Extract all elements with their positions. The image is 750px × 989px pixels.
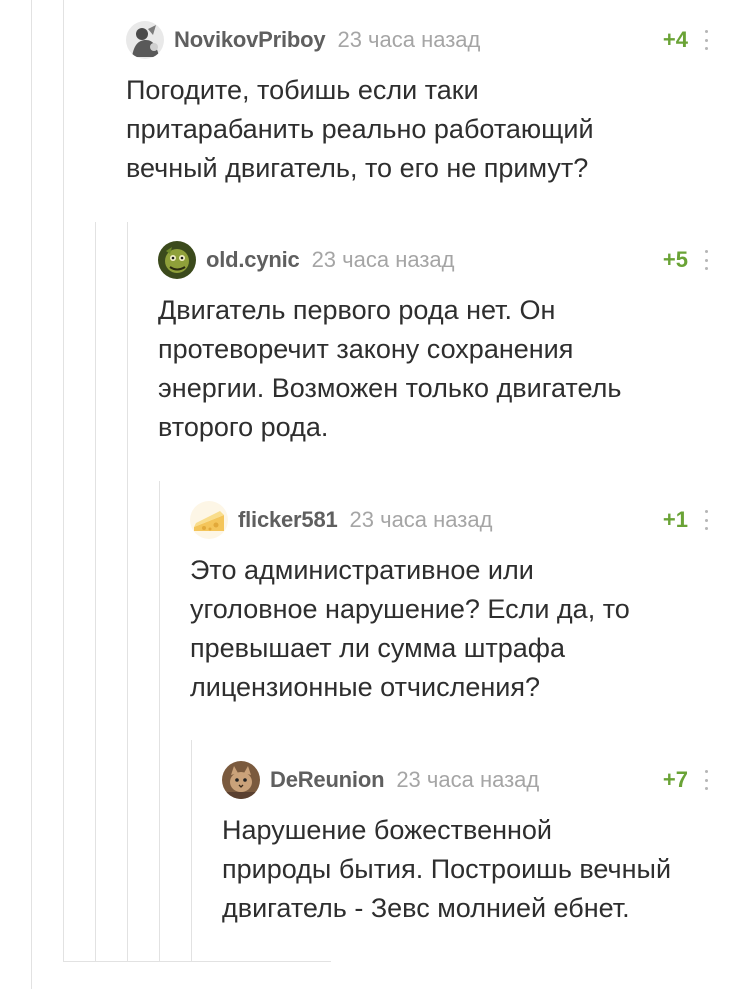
comment-rating: +7 <box>662 767 688 792</box>
more-options-icon[interactable] <box>702 770 710 790</box>
user-avatar-cat[interactable] <box>222 761 260 799</box>
comment-text: Нарушение божественной природы бытия. По… <box>222 815 672 923</box>
comment-old-cynic: old.cynic 23 часа назад +5 Двигатель пер… <box>158 240 750 447</box>
comment-username[interactable]: flicker581 <box>238 507 338 533</box>
comment-timestamp[interactable]: 23 часа назад <box>337 27 480 53</box>
comment-text: Двигатель первого рода нет. Он протеворе… <box>158 295 622 442</box>
comment-novikovpriboy: NovikovPriboy 23 часа назад +4 Погодите,… <box>126 20 750 188</box>
thread-line-level-3[interactable] <box>127 222 128 962</box>
comment-header: flicker581 23 часа назад +1 <box>190 500 750 540</box>
thread-line-level-5[interactable] <box>191 740 192 962</box>
comment-username[interactable]: old.cynic <box>206 247 300 273</box>
thread-line-level-0[interactable] <box>31 0 32 989</box>
comment-text: Погодите, тобишь если таки притарабанить… <box>126 75 594 183</box>
comment-flicker581: flicker581 23 часа назад +1 Это админист… <box>190 500 750 707</box>
more-options-icon[interactable] <box>702 30 710 50</box>
comment-header: old.cynic 23 часа назад +5 <box>158 240 750 280</box>
comment-rating: +5 <box>662 247 688 272</box>
comment-timestamp[interactable]: 23 часа назад <box>312 247 455 273</box>
thread-line-level-4[interactable] <box>159 481 160 962</box>
comment-username[interactable]: DeReunion <box>270 767 385 793</box>
user-avatar-green-creature[interactable] <box>158 241 196 279</box>
thread-line-level-2[interactable] <box>95 222 96 962</box>
comment-rating: +4 <box>662 27 688 52</box>
comment-header: DeReunion 23 часа назад +7 <box>222 760 750 800</box>
more-options-icon[interactable] <box>702 250 710 270</box>
comment-timestamp[interactable]: 23 часа назад <box>350 507 493 533</box>
comment-timestamp[interactable]: 23 часа назад <box>396 767 539 793</box>
more-options-icon[interactable] <box>702 510 710 530</box>
comment-username[interactable]: NovikovPriboy <box>174 27 326 53</box>
thread-line-level-1[interactable] <box>63 0 64 962</box>
user-avatar-cheese[interactable] <box>190 501 228 539</box>
thread-end-line <box>63 961 331 962</box>
user-avatar-figure[interactable] <box>126 21 164 59</box>
comment-rating: +1 <box>662 507 688 532</box>
comment-header: NovikovPriboy 23 часа назад +4 <box>126 20 750 60</box>
comment-dereunion: DeReunion 23 часа назад +7 Нарушение бож… <box>222 760 750 928</box>
comment-text: Это административное или уголовное наруш… <box>190 555 630 702</box>
